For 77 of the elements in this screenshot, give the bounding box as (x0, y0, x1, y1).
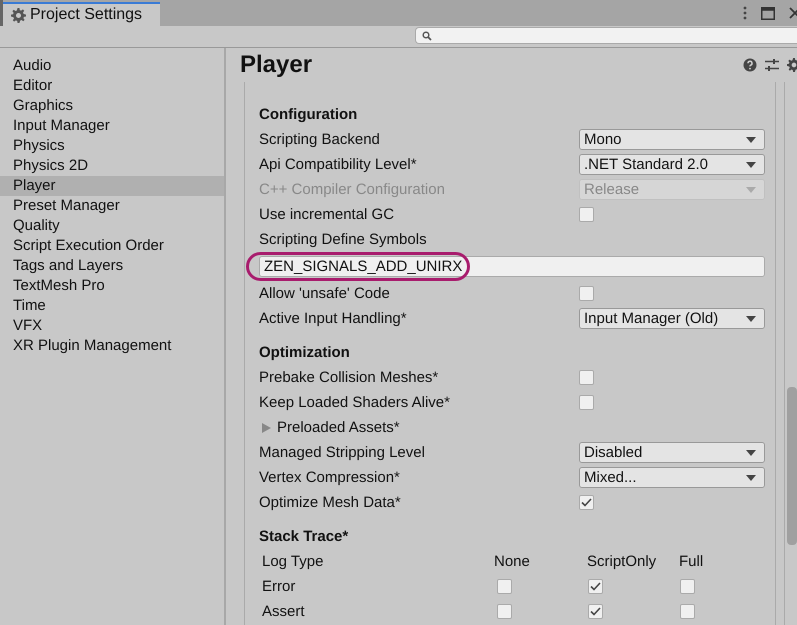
window-tab[interactable]: Project Settings (3, 2, 160, 26)
checkbox[interactable] (579, 207, 594, 222)
settings-icon[interactable] (787, 58, 797, 72)
sidebar-item[interactable]: Graphics (0, 96, 224, 116)
text-field[interactable]: ZEN_SIGNALS_ADD_UNIRX (259, 256, 765, 277)
sidebar-item[interactable]: Script Execution Order (0, 236, 224, 256)
checkmark-icon (590, 582, 601, 591)
field-label: Optimize Mesh Data* (259, 494, 402, 511)
dropdown[interactable]: Disabled (579, 442, 765, 463)
sidebar-item[interactable]: XR Plugin Management (0, 336, 224, 356)
caret-icon (746, 186, 756, 192)
scrollbar-thumb[interactable] (787, 387, 797, 545)
caret-icon (746, 162, 756, 168)
sidebar-item[interactable]: Editor (0, 76, 224, 96)
section-header: Stack Trace* (259, 528, 350, 545)
checkbox[interactable] (579, 395, 594, 410)
dropdown[interactable]: .NET Standard 2.0 (579, 154, 765, 175)
caret-right-icon (262, 422, 271, 432)
column-header: None (494, 553, 531, 570)
field-label: Api Compatibility Level* (259, 156, 418, 173)
caret-icon (746, 474, 756, 480)
sidebar-item[interactable]: Player (0, 176, 224, 196)
checkmark-icon (581, 498, 592, 507)
more-options-icon[interactable] (743, 6, 747, 20)
help-icon[interactable] (743, 58, 757, 72)
search-field[interactable] (415, 27, 797, 44)
checkmark-icon (590, 607, 601, 616)
window-title: Project Settings (30, 6, 142, 24)
maximize-icon[interactable] (761, 6, 775, 20)
sidebar-item[interactable]: Tags and Layers (0, 256, 224, 276)
sidebar-item[interactable]: Physics 2D (0, 156, 224, 176)
field-label: Scripting Define Symbols (259, 231, 427, 248)
sidebar-item[interactable]: Physics (0, 136, 224, 156)
dropdown[interactable]: Mono (579, 129, 765, 150)
dropdown[interactable]: Input Manager (Old) (579, 308, 765, 329)
sliders-icon[interactable] (765, 58, 779, 72)
checkbox[interactable] (579, 286, 594, 301)
checkbox[interactable] (588, 579, 603, 594)
field-label: Prebake Collision Meshes* (259, 369, 440, 386)
checkbox[interactable] (588, 604, 603, 619)
sidebar-item[interactable]: Preset Manager (0, 196, 224, 216)
checkbox[interactable] (497, 604, 512, 619)
checkbox[interactable] (497, 579, 512, 594)
section-header: Configuration (259, 106, 358, 123)
row-label: Assert (262, 603, 306, 620)
settings-icon (11, 8, 26, 22)
caret-icon (746, 450, 756, 456)
field-label: Scripting Backend (259, 131, 381, 148)
column-header: Log Type (262, 553, 324, 570)
field-label: Allow 'unsafe' Code (259, 285, 391, 302)
checkbox[interactable] (579, 370, 594, 385)
search-icon (422, 30, 432, 40)
checkbox[interactable] (579, 495, 594, 510)
section-header: Optimization (259, 344, 351, 361)
field-label: Active Input Handling* (259, 310, 408, 327)
checkbox[interactable] (680, 579, 695, 594)
sidebar-item[interactable]: Input Manager (0, 116, 224, 136)
field-label: Keep Loaded Shaders Alive* (259, 394, 451, 411)
sidebar-item[interactable]: VFX (0, 316, 224, 336)
field-label: Managed Stripping Level (259, 444, 426, 461)
column-header: ScriptOnly (587, 553, 658, 570)
field-label: Vertex Compression* (259, 469, 401, 486)
column-header: Full (679, 553, 704, 570)
row-label: Error (262, 578, 296, 595)
scrollbar[interactable] (784, 82, 797, 625)
sidebar-item[interactable]: Time (0, 296, 224, 316)
dropdown[interactable]: Mixed... (579, 467, 765, 488)
foldout[interactable]: Preloaded Assets* (262, 419, 400, 436)
caret-icon (746, 316, 756, 322)
sidebar-item[interactable]: Audio (0, 56, 224, 76)
caret-icon (746, 136, 756, 142)
field-label: Use incremental GC (259, 206, 396, 223)
panel-title: Player (240, 51, 312, 79)
sidebar-item[interactable]: Quality (0, 216, 224, 236)
checkbox[interactable] (680, 604, 695, 619)
field-label: C++ Compiler Configuration (259, 181, 446, 198)
sidebar-item[interactable]: TextMesh Pro (0, 276, 224, 296)
